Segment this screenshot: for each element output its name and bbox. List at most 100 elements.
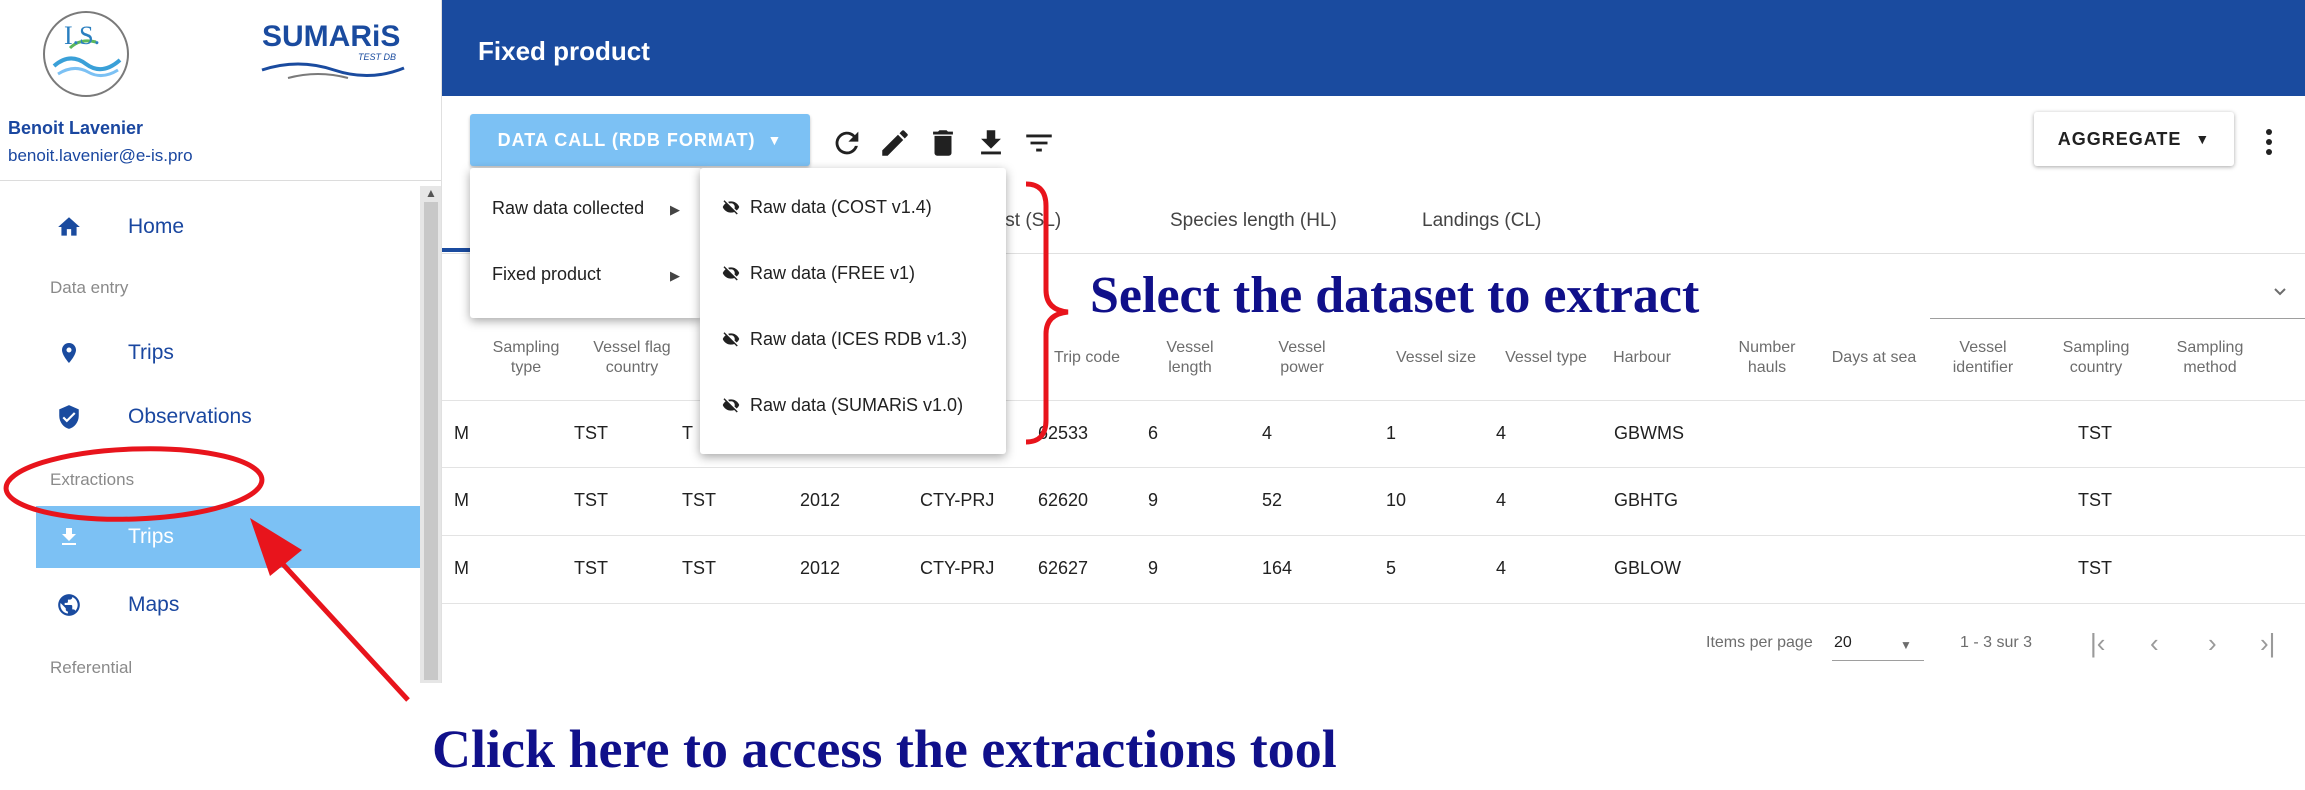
download-icon [54,522,84,552]
menu-item-label: Raw data (SUMARiS v1.0) [750,394,964,415]
range-label: 1 - 3 sur 3 [1960,634,2033,651]
previous-page-icon[interactable]: ‹ [2150,628,2159,659]
column-header-harbour[interactable]: Harbour [1602,348,1682,368]
cell-vessel-power: 164 [1262,558,1293,578]
last-page-icon[interactable]: ›| [2260,628,2275,659]
header-line: country [605,359,659,376]
cell-harbour: GBLOW [1614,558,1682,578]
cell-vessel-length: 9 [1148,558,1159,578]
header-line: type [510,359,542,376]
annotation-select-dataset: Select the dataset to extract [1090,267,1700,324]
column-header-vessel-type[interactable]: Vessel type [1496,348,1596,368]
svg-text:SUMARiS: SUMARiS [262,20,400,53]
cell: TST [682,490,716,510]
data-call-button[interactable]: DATA CALL (RDB FORMAT) ▼ [470,114,810,166]
edit-icon[interactable] [878,126,912,160]
caret-right-icon: ▶ [670,202,680,217]
column-header-vessel-flag-country[interactable]: Vessel flag country [584,338,680,378]
header-line: length [1168,359,1212,376]
sidebar-item-label: Observations [128,405,252,428]
cell-vessel-size: 5 [1386,558,1397,578]
header-line: Number [1738,339,1796,356]
sidebar-item-extraction-trips[interactable]: Trips [36,506,420,568]
home-icon [54,212,84,242]
header-line: Sampling [2176,339,2244,356]
cell-vessel-flag-country: TST [574,423,608,443]
cell-vessel-power: 4 [1262,423,1273,443]
caret-right-icon: ▶ [670,268,680,283]
filter-icon[interactable] [1022,126,1056,160]
table-row[interactable]: M TST TST 2012 CTY-PRJ 62627 9 164 5 4 G… [442,536,2305,604]
column-header-vessel-length[interactable]: Vessel length [1160,338,1220,378]
sidebar-item-label: Home [128,215,185,238]
page-size-select[interactable]: 20 [1834,634,1852,652]
scroll-up-icon[interactable]: ▲ [425,186,437,200]
cell-sampling-country: TST [2078,558,2112,578]
screenshot-stage: I.S. SUMARiS TEST DB Benoit Lavenier ben… [0,0,2305,790]
annotation-bracket [1025,181,1069,445]
shield-check-icon [54,402,84,432]
caret-down-icon[interactable]: ▼ [1900,638,1912,652]
section-referential: Referential [50,658,133,677]
data-call-menu: Raw data collected ▶ Fixed product ▶ [470,168,702,318]
eye-off-icon [722,200,740,215]
more-vert-icon[interactable] [2254,122,2284,162]
tab-landings[interactable]: Landings (CL) [1422,210,1541,232]
sidebar-scrollbar[interactable]: ▲ [420,186,441,683]
first-page-icon[interactable]: |‹ [2090,628,2105,659]
header-line: Sampling [2062,339,2130,356]
next-page-icon[interactable]: › [2208,628,2217,659]
table-row[interactable]: M TST TST 2012 CTY-PRJ 62620 9 52 10 4 G… [442,468,2305,536]
sidebar-item-trips[interactable]: Trips [36,322,420,384]
cell-sampling-country: TST [2078,490,2112,510]
column-header-vessel-power[interactable]: Vessel power [1272,338,1332,378]
menu-item-raw-data-sumaris[interactable]: Raw data (SUMARiS v1.0) [722,390,963,420]
section-extractions: Extractions [50,470,135,489]
eye-off-icon [722,398,740,413]
cell-trip-code: 62627 [1038,558,1089,578]
menu-item-raw-data-cost[interactable]: Raw data (COST v1.4) [722,192,932,222]
sidebar-item-observations[interactable]: Observations [36,386,420,448]
chevron-down-icon[interactable] [2268,280,2292,304]
app-header: Fixed product [442,0,2305,96]
header-line: Vessel [1278,339,1326,356]
menu-item-label: Fixed product [492,264,602,284]
column-header-sampling-method[interactable]: Sampling method [2170,338,2250,378]
sidebar-item-label: Trips [128,341,174,364]
location-pin-icon [54,338,84,368]
user-email: benoit.lavenier@e-is.pro [8,146,193,165]
tab-species-length[interactable]: Species length (HL) [1170,210,1337,232]
aggregate-button[interactable]: AGGREGATE ▼ [2034,112,2234,166]
cell: 2012 [800,558,841,578]
svg-text:TEST DB: TEST DB [358,52,396,62]
user-name: Benoit Lavenier [8,118,144,138]
column-header-sampling-country[interactable]: Sampling country [2056,338,2136,378]
download-icon[interactable] [974,126,1008,160]
column-header-vessel-size[interactable]: Vessel size [1386,348,1486,368]
column-header-vessel-identifier[interactable]: Vessel identifier [1938,338,2028,378]
cell-vessel-type: 4 [1496,490,1507,510]
globe-icon [54,590,84,620]
cell-trip-code: 62620 [1038,490,1089,510]
cell: TST [682,558,716,578]
column-header-number-hauls[interactable]: Number hauls [1732,338,1802,378]
isi-logo: I.S. [43,11,129,97]
sidebar-item-maps[interactable]: Maps [36,574,420,636]
svg-text:I.S.: I.S. [64,21,100,50]
filter-input-underline[interactable] [1930,318,2305,319]
column-header-days-at-sea[interactable]: Days at sea [1824,348,1924,368]
header-line: Vessel [1959,339,2007,356]
menu-item-raw-data-ices[interactable]: Raw data (ICES RDB v1.3) [722,324,967,354]
caret-down-icon: ▼ [2195,131,2211,147]
sidebar-item-home[interactable]: Home [36,196,420,258]
cell-vessel-length: 6 [1148,423,1159,443]
header-line: power [1280,359,1324,376]
cell-vessel-size: 1 [1386,423,1397,443]
delete-icon[interactable] [926,126,960,160]
column-header-sampling-type[interactable]: Sampling type [486,338,566,378]
cell-harbour: GBHTG [1614,490,1679,510]
scrollbar-thumb[interactable] [424,202,438,680]
menu-item-raw-data-free[interactable]: Raw data (FREE v1) [722,258,915,288]
refresh-icon[interactable] [830,126,864,160]
sidebar-item-label: Trips [128,525,174,548]
